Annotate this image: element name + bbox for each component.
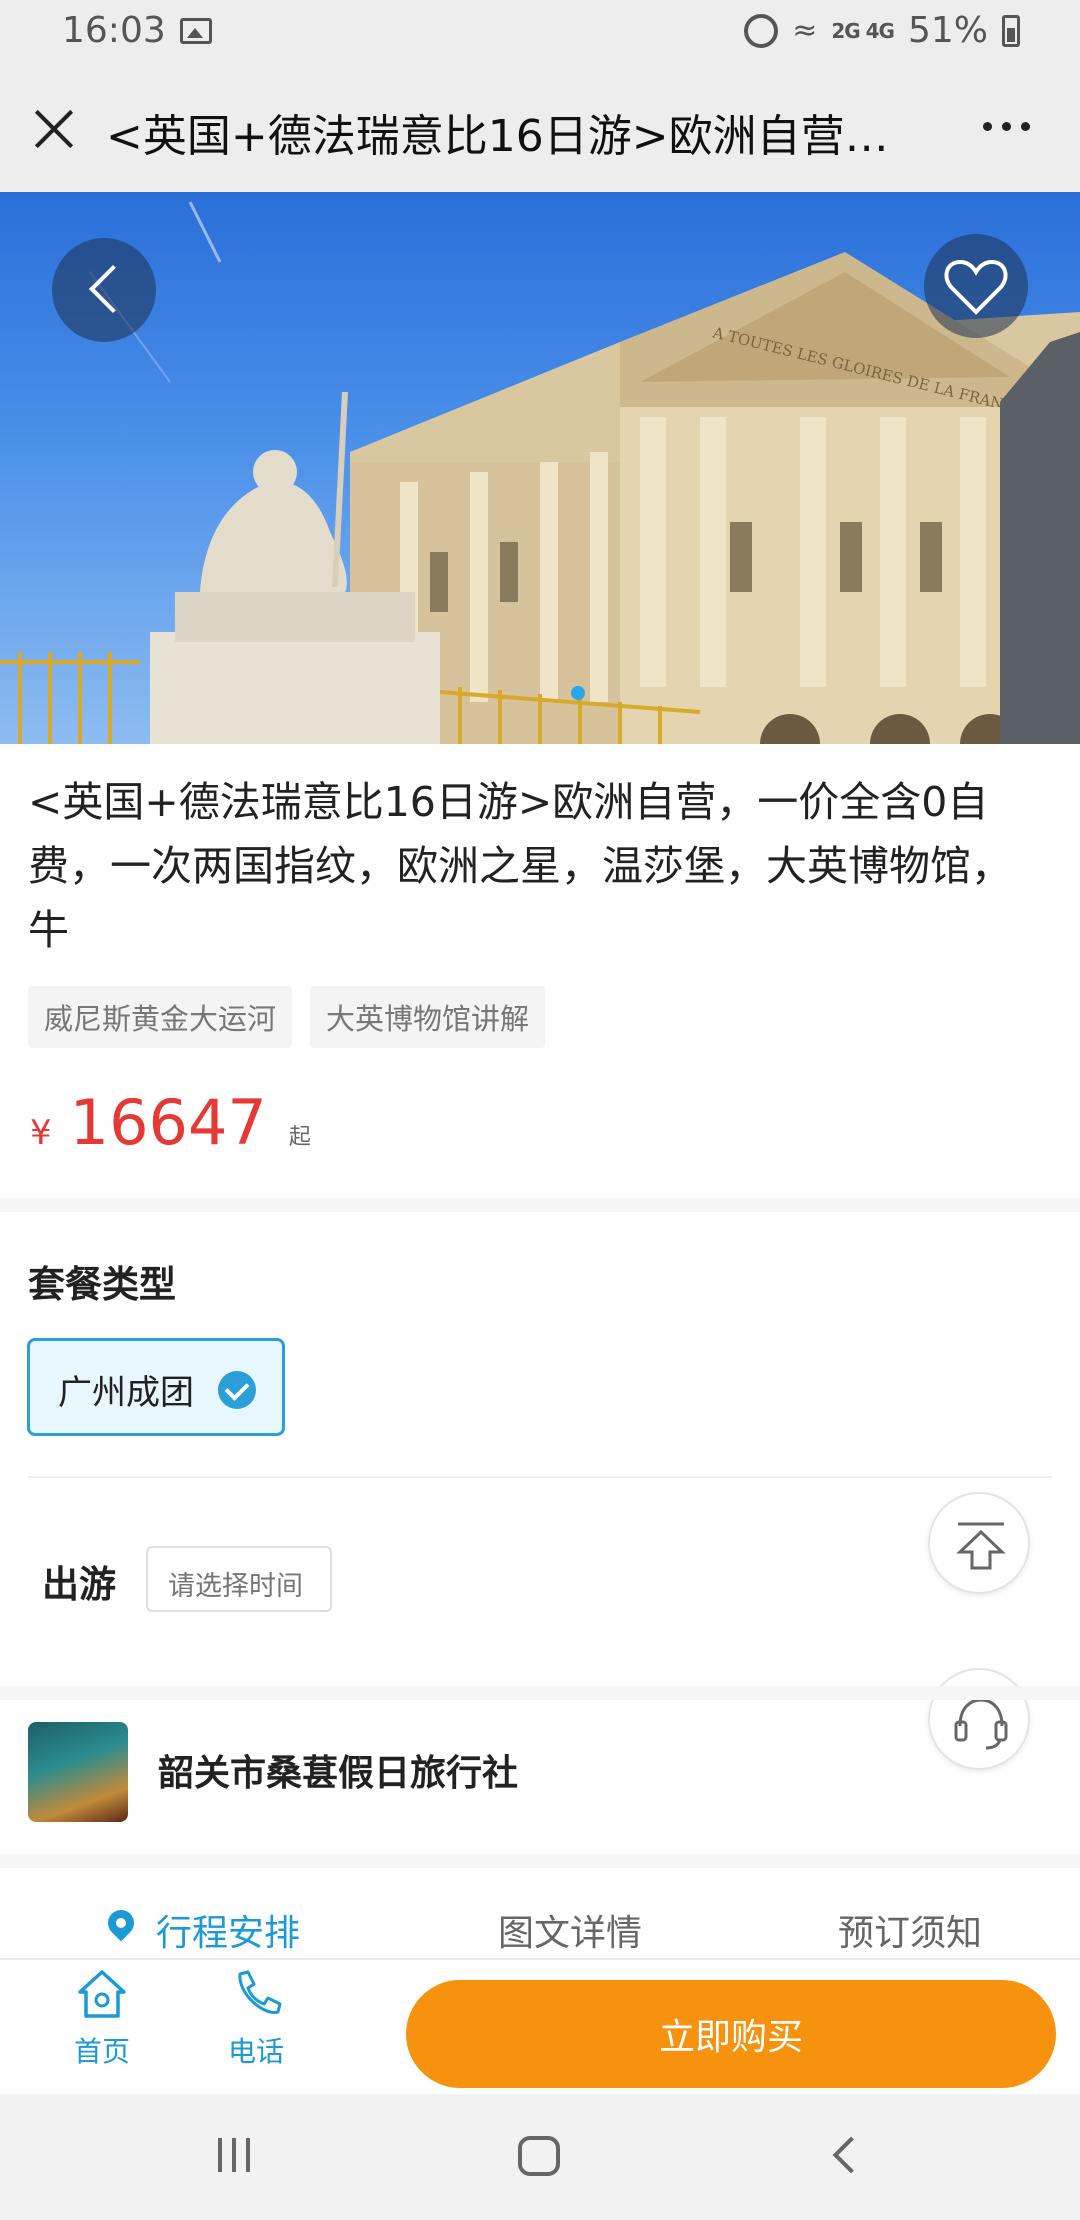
palace-illustration: A TOUTES LES GLOIRES DE LA FRANCE bbox=[0, 201, 1080, 744]
tab-itinerary[interactable]: 行程安排 bbox=[156, 1904, 300, 1956]
home-button[interactable]: 首页 bbox=[42, 1966, 162, 2070]
battery-percent: 51% bbox=[907, 10, 988, 51]
scroll-top-icon bbox=[956, 1522, 1006, 1570]
package-heading: 套餐类型 bbox=[28, 1263, 176, 1306]
bottom-bar: 首页 电话 立即购买 bbox=[0, 1958, 1080, 2094]
product-tags: 威尼斯黄金大运河 大英博物馆讲解 bbox=[28, 986, 546, 1048]
divider bbox=[28, 1476, 1052, 1478]
section-divider bbox=[0, 1686, 1080, 1700]
tab-details[interactable]: 图文详情 bbox=[498, 1904, 642, 1956]
hero-image[interactable]: A TOUTES LES GLOIRES DE LA FRANCE bbox=[0, 192, 1080, 744]
heart-icon[interactable] bbox=[924, 234, 1028, 338]
home-icon bbox=[78, 1970, 126, 2018]
date-label: 出游 bbox=[42, 1563, 116, 1606]
phone-label: 电话 bbox=[227, 2035, 284, 2068]
system-nav-bar bbox=[0, 2094, 1080, 2220]
recents-icon[interactable] bbox=[218, 2138, 250, 2172]
price-value: 16647 bbox=[69, 1086, 267, 1159]
tag: 大英博物馆讲解 bbox=[310, 986, 546, 1048]
date-input[interactable] bbox=[146, 1546, 332, 1612]
tab-booking-notes[interactable]: 预订须知 bbox=[838, 1904, 982, 1956]
back-system-icon[interactable] bbox=[832, 2136, 870, 2174]
product-title: <英国+德法瑞意比16日游>欧洲自营，一价全含0自费，一次两国指纹，欧洲之星，温… bbox=[28, 778, 1012, 954]
wifi-icon: ≈ bbox=[792, 13, 818, 48]
status-bar: 16:03 ≈ 2G 4G 51% bbox=[0, 0, 1080, 66]
buy-now-button[interactable]: 立即购买 bbox=[406, 1980, 1056, 2088]
back-icon[interactable] bbox=[52, 238, 156, 342]
status-time: 16:03 bbox=[62, 10, 166, 51]
agency-name[interactable]: 韶关市桑葚假日旅行社 bbox=[158, 1744, 518, 1796]
nav-bar: <英国+德法瑞意比16日游>欧洲自营，一价全含0自费，一次两国指纹，欧洲之星，温… bbox=[0, 66, 1080, 192]
home-label: 首页 bbox=[73, 2035, 130, 2068]
package-option[interactable]: 广州成团 bbox=[27, 1338, 285, 1436]
image-notification-icon bbox=[180, 18, 212, 44]
tag: 威尼斯黄金大运河 bbox=[28, 986, 293, 1048]
section-divider bbox=[0, 1198, 1080, 1212]
carousel-indicator bbox=[571, 686, 585, 700]
package-option-label: 广州成团 bbox=[58, 1373, 194, 1413]
close-icon[interactable] bbox=[28, 102, 80, 154]
location-pin-icon bbox=[102, 1904, 140, 1942]
agency-logo[interactable] bbox=[28, 1722, 128, 1822]
price-suffix: 起 bbox=[288, 1125, 311, 1150]
page-title: <英国+德法瑞意比16日游>欧洲自营，一价全含0自费，一次两国指纹，欧洲之星，温… bbox=[106, 111, 926, 162]
phone-button[interactable]: 电话 bbox=[196, 1966, 316, 2070]
phone-icon bbox=[238, 1970, 282, 2014]
home-system-icon[interactable] bbox=[518, 2136, 560, 2176]
section-divider bbox=[0, 1854, 1080, 1868]
price: ¥ 16647 起 bbox=[30, 1086, 311, 1159]
customer-service-button[interactable] bbox=[928, 1668, 1030, 1770]
battery-icon bbox=[1002, 14, 1020, 47]
alarm-icon bbox=[744, 13, 779, 48]
more-icon[interactable] bbox=[983, 122, 1030, 131]
detail-tabs: 行程安排 图文详情 预订须知 bbox=[0, 1880, 1080, 1960]
currency-symbol: ¥ bbox=[30, 1113, 52, 1153]
status-indicators: ≈ 2G 4G 51% bbox=[744, 10, 1020, 51]
check-icon bbox=[218, 1371, 256, 1409]
scroll-top-button[interactable] bbox=[928, 1492, 1030, 1594]
network-indicator: 2G 4G bbox=[831, 18, 895, 43]
